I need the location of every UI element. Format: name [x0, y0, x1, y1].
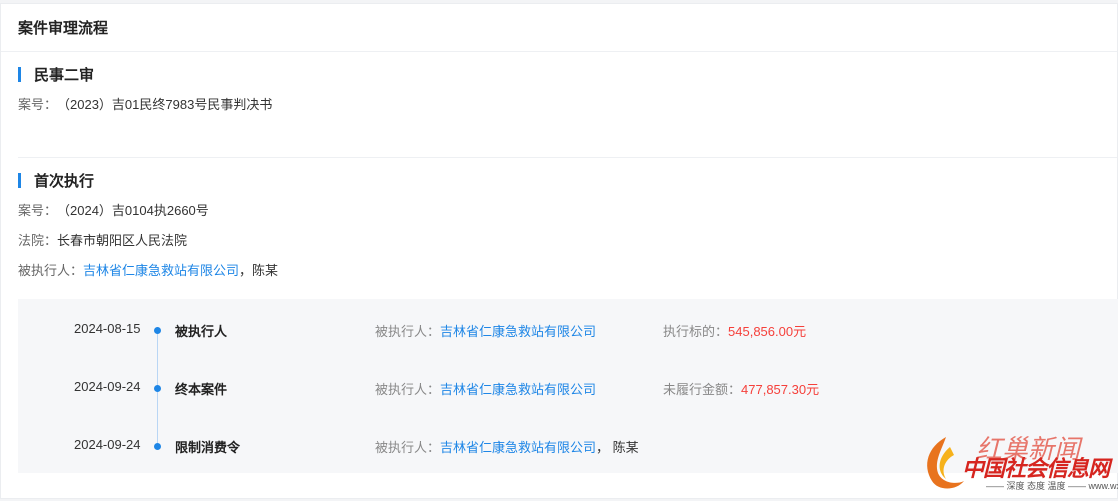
party-label: 被执行人： [375, 440, 441, 455]
timeline-amount: 未履行金额：477,857.30元 [663, 379, 819, 398]
card-title: 案件审理流程 [18, 20, 109, 37]
second-trial-title: 民事二审 [34, 66, 95, 84]
timeline-event: 被执行人 [175, 324, 228, 339]
timeline-party: 被执行人：吉林省仁康急救站有限公司， 陈某 [375, 437, 639, 456]
section-marker [18, 66, 21, 82]
first-exec-section: 首次执行 案号： （2024）吉0104执2660号 法院： 长春市朝阳区人民法… [1, 168, 278, 280]
timeline-party: 被执行人：吉林省仁康急救站有限公司 [375, 379, 596, 398]
case-process-card: 案件审理流程 民事二审 案号： （2023）吉01民终7983号民事判决书 首次… [0, 3, 1118, 499]
case-no-value: （2023）吉01民终7983号民事判决书 [57, 97, 273, 112]
case-no-label: 案号： [18, 203, 58, 218]
court-value: 长春市朝阳区人民法院 [57, 233, 188, 248]
section-marker [18, 172, 21, 188]
party-link[interactable]: 吉林省仁康急救站有限公司 [440, 324, 596, 339]
watermark-sub-text: —— 深度 态度 温度 —— www.wx-cmc.cn [986, 481, 1118, 491]
party-label: 被执行人： [375, 324, 441, 339]
case-no-value: （2024）吉0104执2660号 [57, 203, 209, 218]
timeline-party: 被执行人：吉林省仁康急救站有限公司 [375, 321, 596, 340]
executed-sep: ， [239, 263, 253, 278]
amount-label: 执行标的： [663, 324, 729, 339]
court-label: 法院： [18, 233, 58, 248]
timeline-row: 2024-09-24 终本案件 被执行人：吉林省仁康急救站有限公司 未履行金额：… [18, 379, 1118, 399]
executed-label: 被执行人： [18, 263, 84, 278]
party-label: 被执行人： [375, 382, 441, 397]
watermark-logo: 红巢新闻 中国社会信息网 —— 深度 态度 温度 —— www.wx-cmc.c… [916, 433, 1118, 495]
section-divider [18, 157, 1117, 158]
first-exec-title: 首次执行 [34, 172, 95, 190]
second-trial-section: 民事二审 案号： （2023）吉01民终7983号民事判决书 [1, 62, 272, 114]
party-link[interactable]: 吉林省仁康急救站有限公司 [440, 440, 596, 455]
party-extra: ， 陈某 [596, 440, 639, 455]
timeline-event: 限制消费令 [175, 440, 241, 455]
timeline-date: 2024-08-15 [74, 321, 141, 336]
amount-value: 545,856.00元 [728, 324, 807, 339]
timeline-row: 2024-08-15 被执行人 被执行人：吉林省仁康急救站有限公司 执行标的：5… [18, 321, 1118, 341]
party-link[interactable]: 吉林省仁康急救站有限公司 [440, 382, 596, 397]
timeline-amount: 执行标的：545,856.00元 [663, 321, 806, 340]
amount-value: 477,857.30元 [741, 382, 820, 397]
executed-company-link[interactable]: 吉林省仁康急救站有限公司 [83, 262, 239, 280]
timeline-dot [154, 443, 161, 450]
first-exec-court: 法院： 长春市朝阳区人民法院 [18, 232, 278, 250]
executed-person: 陈某 [252, 263, 279, 278]
amount-label: 未履行金额： [663, 382, 742, 397]
case-no-label: 案号： [18, 97, 58, 112]
timeline-dot [154, 327, 161, 334]
first-exec-case-no: 案号： （2024）吉0104执2660号 [18, 202, 278, 220]
card-header: 案件审理流程 [1, 4, 1117, 52]
timeline-date: 2024-09-24 [74, 379, 141, 394]
timeline-date: 2024-09-24 [74, 437, 141, 452]
second-trial-case-no: 案号： （2023）吉01民终7983号民事判决书 [18, 96, 272, 114]
timeline-dot [154, 385, 161, 392]
timeline-event: 终本案件 [175, 382, 228, 397]
first-exec-executed: 被执行人： 吉林省仁康急救站有限公司 ， 陈某 [18, 262, 278, 280]
